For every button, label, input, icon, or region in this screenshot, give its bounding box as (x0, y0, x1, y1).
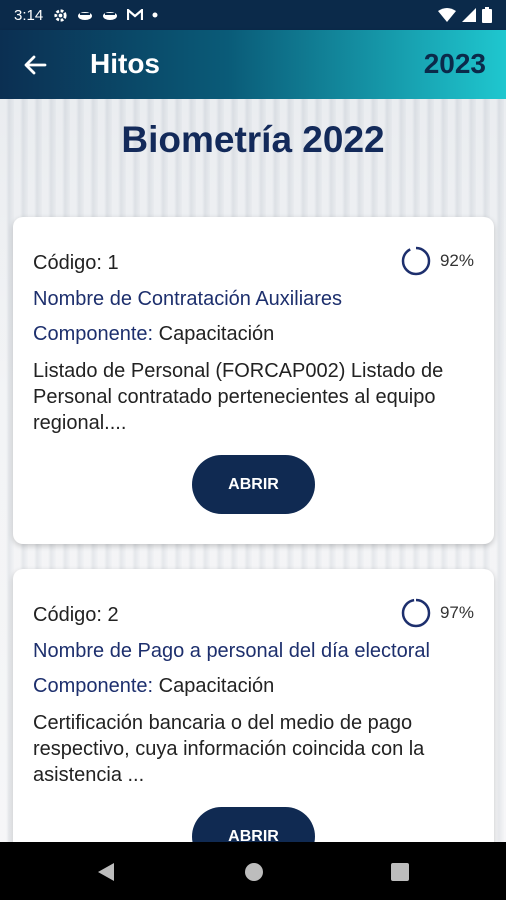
component-line: Componente: Capacitación (33, 675, 274, 698)
contract-name: Nombre de Pago a personal del día electo… (33, 640, 430, 662)
description: Certificación bancaria o del medio de pa… (33, 712, 425, 786)
cloud-icon (103, 12, 118, 20)
code-label: Código: 1 (33, 252, 119, 274)
open-button[interactable]: ABRIR (192, 455, 315, 514)
year-selector[interactable]: 2023 (424, 48, 486, 80)
cloud-icon (78, 12, 93, 20)
progress-text: 92% (439, 251, 474, 270)
component-label: Componente: (33, 675, 154, 697)
gmail-icon (127, 9, 144, 20)
app-title: Hitos (90, 48, 160, 79)
status-left: 3:14 (14, 7, 158, 24)
progress-indicator: 97% (400, 597, 474, 629)
signal-icon (462, 8, 476, 22)
back-button[interactable] (20, 50, 50, 80)
page-title: Biometría 2022 (121, 119, 385, 160)
component-label: Componente: (33, 323, 154, 345)
gear-icon (54, 8, 67, 22)
component-value: Capacitación (158, 675, 275, 697)
milestone-card[interactable]: Código: 2 97% Nombre de Pago a personal … (13, 569, 494, 842)
progress-indicator: 92% (400, 245, 474, 277)
description: Listado de Personal (FORCAP002) Listado … (33, 360, 444, 434)
app-bar: Hitos 2023 (0, 30, 506, 99)
milestone-card[interactable]: Código: 1 92% Nombre de Contratación Aux… (13, 217, 494, 544)
system-nav-bar (0, 842, 506, 900)
code-label: Código: 2 (33, 604, 119, 626)
status-time: 3:14 (14, 6, 44, 24)
open-button[interactable]: ABRIR (192, 807, 315, 842)
status-bar: 3:14 (0, 0, 506, 30)
nav-recents-button[interactable] (389, 861, 411, 883)
home-circle-icon (245, 863, 263, 881)
content-area[interactable]: Biometría 2022 Código: 1 92% Nombre de C… (0, 99, 506, 842)
wifi-icon (438, 8, 456, 22)
progress-ring-icon (401, 598, 431, 628)
recents-square-icon (391, 863, 409, 881)
status-right (438, 7, 492, 23)
contract-name: Nombre de Contratación Auxiliares (33, 288, 343, 310)
progress-text: 97% (439, 603, 474, 622)
component-value: Capacitación (158, 323, 275, 345)
nav-home-button[interactable] (243, 861, 265, 883)
notification-icons (53, 8, 158, 23)
component-line: Componente: Capacitación (33, 323, 274, 346)
battery-icon (482, 7, 492, 23)
progress-ring-icon (401, 246, 431, 276)
arrow-left-icon (24, 55, 47, 75)
dot-icon (152, 12, 158, 18)
back-triangle-icon (98, 863, 114, 881)
nav-back-button[interactable] (95, 861, 117, 883)
